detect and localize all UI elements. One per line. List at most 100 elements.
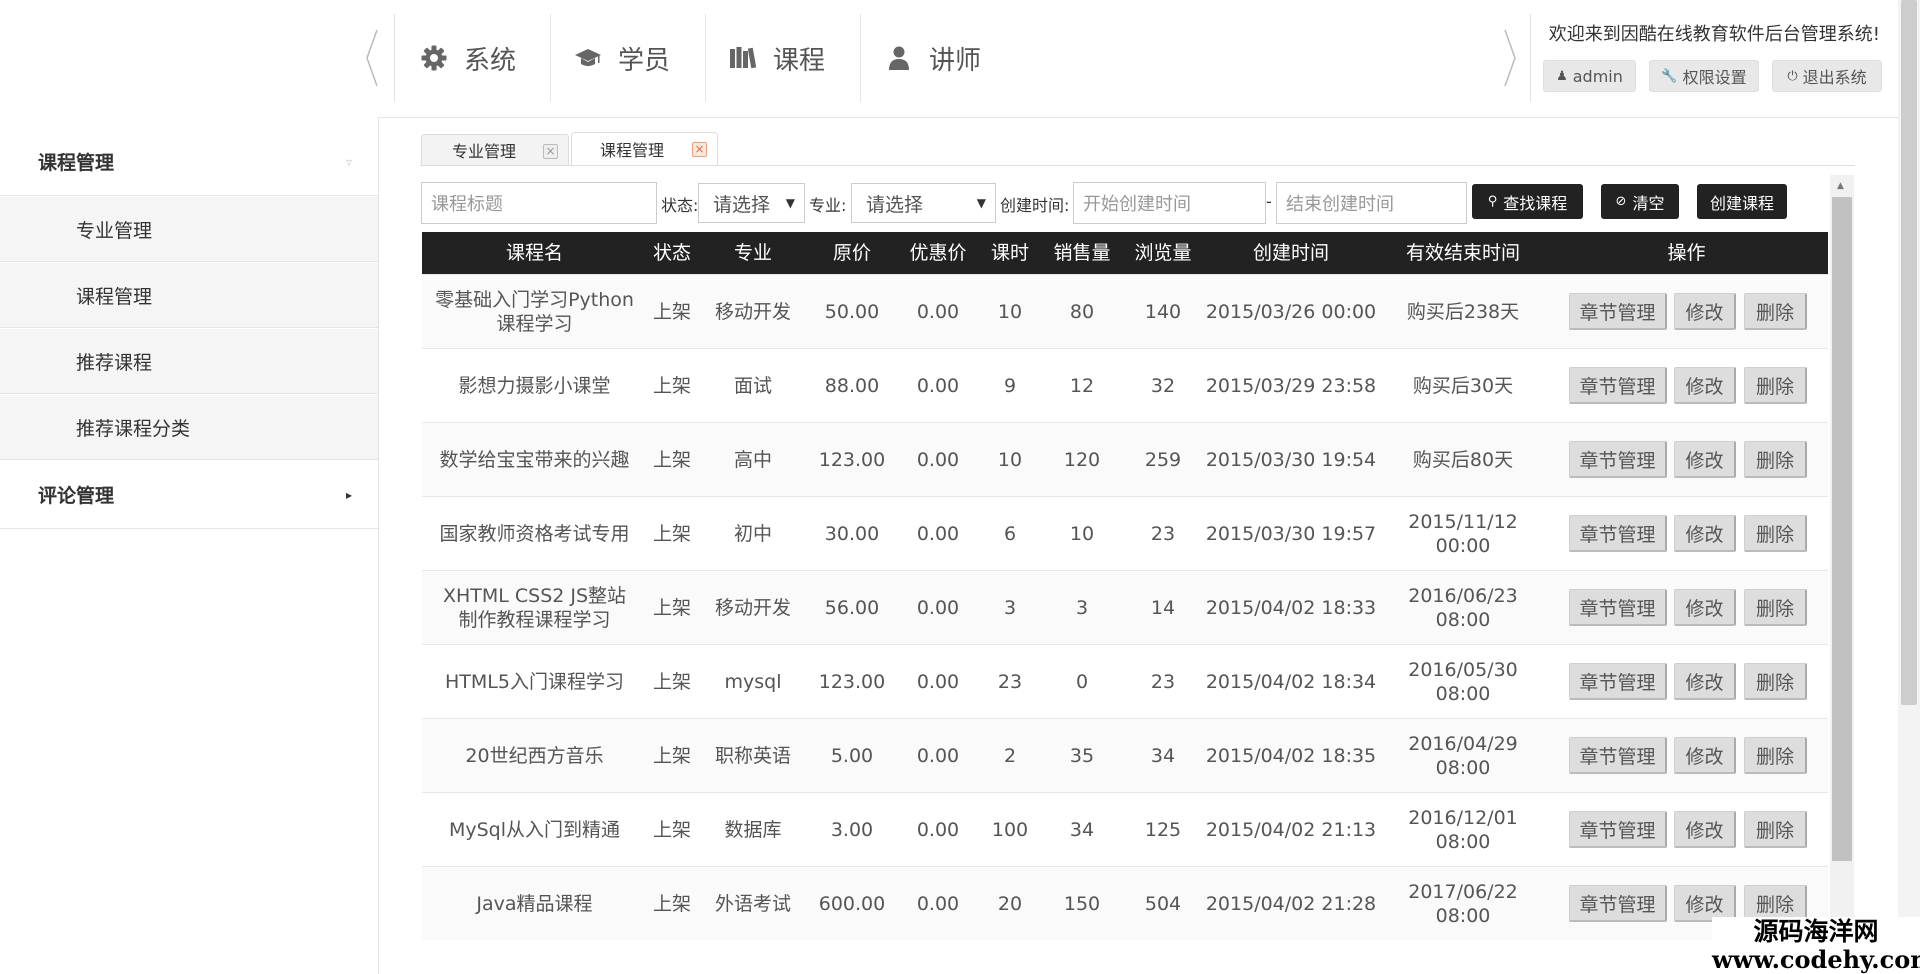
- sidebar-item-recommended-categories[interactable]: 推荐课程分类: [0, 395, 378, 460]
- top-header: 系统 学员 课程 讲师 欢迎来到因酷在线教育软件后台管理系统! ♟ admin …: [0, 0, 1920, 118]
- edit-button[interactable]: 修改: [1674, 811, 1736, 848]
- cell-discount: 0.00: [916, 670, 960, 693]
- nav-label: 学员: [618, 45, 671, 76]
- column-header: 有效结束时间: [1405, 242, 1520, 264]
- delete-button[interactable]: 删除: [1744, 515, 1807, 552]
- cell-views: 14: [1150, 596, 1176, 619]
- cell-sales: 80: [1069, 300, 1095, 323]
- column-header: 优惠价: [909, 242, 967, 264]
- major-select[interactable]: 请选择 ▼: [851, 183, 996, 223]
- nav-item-courses[interactable]: 课程: [729, 30, 825, 86]
- admin-button[interactable]: ♟ admin: [1543, 60, 1636, 92]
- watermark-url: www.codehy.com: [1712, 945, 1920, 974]
- nav-item-teachers[interactable]: 讲师: [885, 30, 981, 86]
- tab-label: 课程管理: [600, 141, 665, 160]
- chapter-management-button[interactable]: 章节管理: [1569, 293, 1667, 330]
- cell-sales: 3: [1075, 596, 1089, 619]
- column-header: 操作: [1667, 242, 1706, 264]
- delete-button[interactable]: 删除: [1744, 367, 1807, 404]
- edit-button[interactable]: 修改: [1674, 515, 1736, 552]
- sidebar-group-label: 评论管理: [38, 485, 115, 507]
- clear-button[interactable]: ⊘ 清空: [1601, 184, 1679, 219]
- permissions-button[interactable]: 🔧 权限设置: [1649, 60, 1759, 92]
- chapter-management-button[interactable]: 章节管理: [1569, 589, 1667, 626]
- edit-button[interactable]: 修改: [1674, 441, 1736, 478]
- table-scrollbar[interactable]: ▲: [1830, 175, 1854, 974]
- course-title-input[interactable]: 课程标题: [421, 182, 657, 224]
- delete-button[interactable]: 删除: [1744, 589, 1807, 626]
- sidebar-group-course-management[interactable]: 课程管理 ▿: [0, 128, 378, 196]
- close-icon[interactable]: ×: [543, 144, 558, 159]
- cell-major: 面试: [733, 374, 772, 397]
- user-icon: [885, 44, 913, 72]
- nav-item-system[interactable]: 系统: [420, 30, 516, 86]
- tab-course-management[interactable]: 课程管理 ×: [571, 132, 718, 165]
- sidebar-item-major-management[interactable]: 专业管理: [0, 197, 378, 262]
- cell-course-name: HTML5入门课程学习: [445, 670, 624, 693]
- cell-views: 34: [1150, 744, 1176, 767]
- logout-button[interactable]: ⏻ 退出系统: [1772, 60, 1882, 92]
- cell-price: 600.00: [818, 892, 886, 915]
- window-scrollbar[interactable]: [1898, 0, 1920, 974]
- sidebar-group-comment-management[interactable]: 评论管理 ▸: [0, 461, 378, 529]
- edit-button[interactable]: 修改: [1674, 737, 1736, 774]
- nav-divider: [705, 14, 706, 102]
- cell-hours: 23: [997, 670, 1023, 693]
- delete-button[interactable]: 删除: [1744, 737, 1807, 774]
- tab-label: 专业管理: [452, 142, 517, 161]
- sidebar: 课程管理 ▿ 专业管理 课程管理 推荐课程 推荐课程分类 评论管理 ▸: [0, 117, 379, 974]
- edit-button[interactable]: 修改: [1674, 663, 1736, 700]
- nav-scroll-right-icon[interactable]: [1502, 28, 1518, 88]
- status-select[interactable]: 请选择 ▼: [698, 183, 805, 223]
- cell-price: 50.00: [824, 300, 880, 323]
- sidebar-item-recommended-courses[interactable]: 推荐课程: [0, 329, 378, 394]
- cell-sales: 34: [1069, 818, 1095, 841]
- search-course-button[interactable]: ⚲ 查找课程: [1472, 184, 1583, 219]
- edit-button[interactable]: 修改: [1674, 367, 1736, 404]
- chevron-down-icon: ▿: [345, 154, 352, 169]
- date-range-dash: -: [1266, 192, 1272, 211]
- cell-price: 123.00: [818, 670, 886, 693]
- cell-views: 504: [1144, 892, 1182, 915]
- cell-discount: 0.00: [916, 300, 960, 323]
- wrench-icon: 🔧: [1661, 68, 1678, 84]
- cell-price: 123.00: [818, 448, 886, 471]
- chapter-management-button[interactable]: 章节管理: [1569, 663, 1667, 700]
- create-course-button[interactable]: 创建课程: [1697, 184, 1787, 219]
- delete-button[interactable]: 删除: [1744, 663, 1807, 700]
- cell-status: 上架: [652, 744, 691, 767]
- chapter-management-button[interactable]: 章节管理: [1569, 441, 1667, 478]
- chapter-management-button[interactable]: 章节管理: [1569, 737, 1667, 774]
- delete-button[interactable]: 删除: [1744, 293, 1807, 330]
- start-date-input[interactable]: 开始创建时间: [1073, 182, 1266, 224]
- table-row: 数学给宝宝带来的兴趣 上架 高中 123.00 0.00 10 120 259 2015/03/…: [422, 422, 1828, 496]
- scrollbar-thumb[interactable]: [1901, 0, 1917, 705]
- chapter-management-button[interactable]: 章节管理: [1569, 811, 1667, 848]
- major-label: 专业:: [809, 196, 847, 215]
- edit-button[interactable]: 修改: [1674, 589, 1736, 626]
- close-icon[interactable]: ×: [692, 142, 707, 157]
- cell-major: 初中: [733, 522, 772, 545]
- edit-button[interactable]: 修改: [1674, 293, 1736, 330]
- cell-course-name: XHTML CSS2 JS整站制作教程课程学习: [442, 584, 627, 631]
- sidebar-item-label: 推荐课程: [76, 351, 153, 374]
- cell-major: 移动开发: [714, 300, 791, 323]
- scroll-up-icon[interactable]: ▲: [1837, 181, 1844, 191]
- cell-major: 职称英语: [714, 744, 791, 767]
- end-date-input[interactable]: 结束创建时间: [1276, 182, 1467, 224]
- chapter-management-button[interactable]: 章节管理: [1569, 515, 1667, 552]
- chapter-management-button[interactable]: 章节管理: [1569, 367, 1667, 404]
- scrollbar-thumb[interactable]: [1832, 197, 1852, 861]
- nav-item-students[interactable]: 学员: [574, 30, 670, 86]
- cell-course-name: 数学给宝宝带来的兴趣: [439, 448, 630, 471]
- cell-sales: 10: [1069, 522, 1095, 545]
- status-label: 状态:: [661, 196, 699, 215]
- nav-scroll-left-icon[interactable]: [364, 28, 380, 88]
- cell-hours: 9: [1003, 374, 1017, 397]
- tab-major-management[interactable]: 专业管理 ×: [421, 134, 569, 165]
- sidebar-item-course-management[interactable]: 课程管理: [0, 263, 378, 328]
- delete-button[interactable]: 删除: [1744, 441, 1807, 478]
- chapter-management-button[interactable]: 章节管理: [1569, 885, 1667, 922]
- cell-created-time: 2015/04/02 18:34: [1205, 670, 1377, 693]
- delete-button[interactable]: 删除: [1744, 811, 1807, 848]
